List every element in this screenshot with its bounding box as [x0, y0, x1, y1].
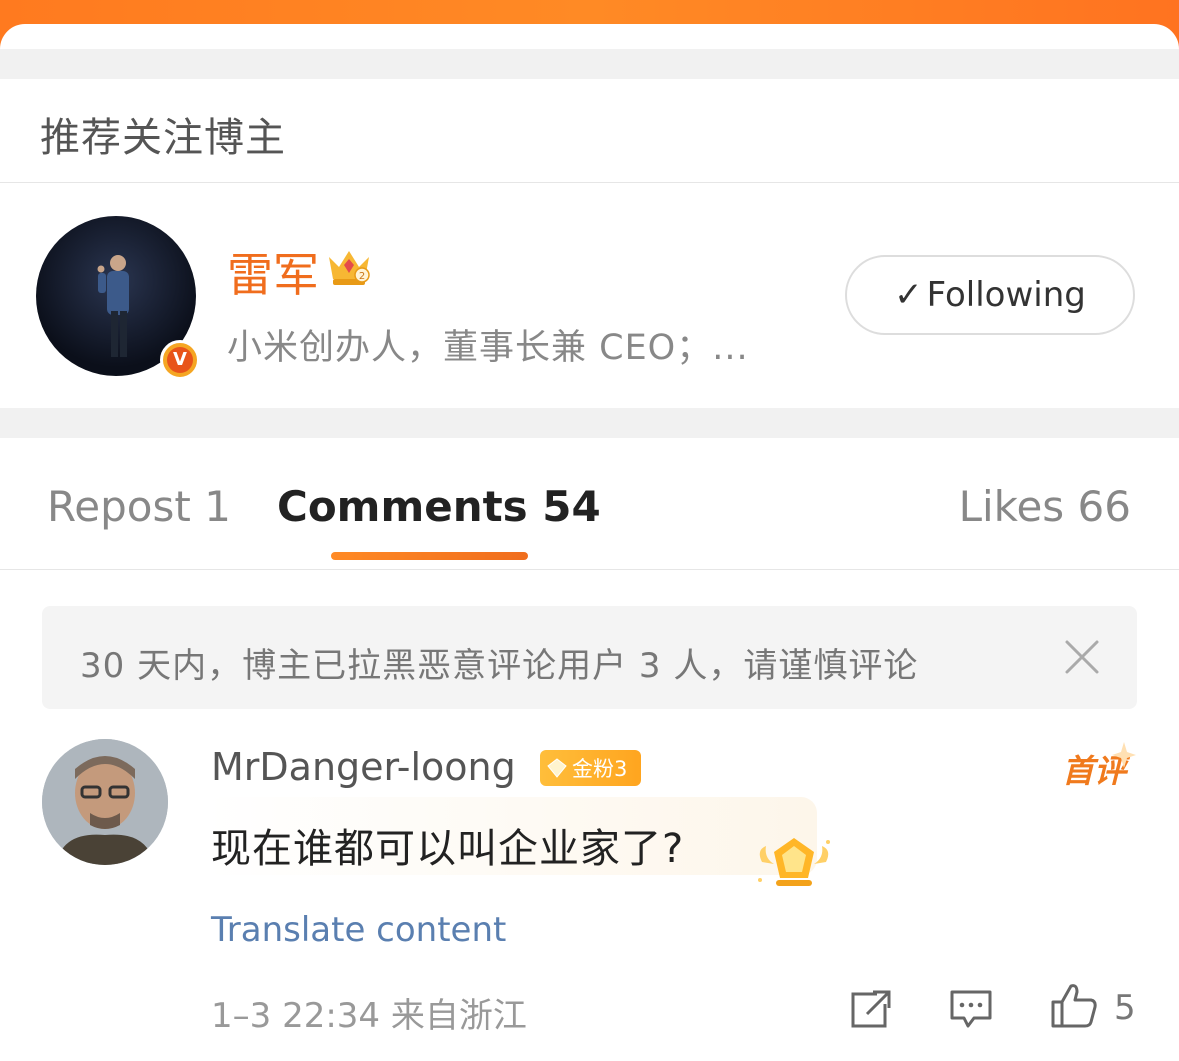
verified-badge-icon: V [160, 340, 200, 380]
tab-likes[interactable]: Likes 66 [959, 482, 1131, 531]
thumbs-up-icon[interactable] [1049, 982, 1099, 1030]
blogger-description: 小米创办人，董事长兼 CEO；... [227, 328, 749, 368]
recommended-blogger-card[interactable]: V 雷军 2 小米创办人，董事长兼 CEO；... ✓ Following [0, 183, 1179, 408]
following-button[interactable]: ✓ Following [845, 255, 1135, 335]
svg-text:2: 2 [359, 271, 365, 282]
top-card-edge [0, 24, 1179, 49]
medal-icon [758, 838, 830, 886]
translate-link[interactable]: Translate content [211, 910, 506, 950]
fan-gem-icon [547, 758, 567, 778]
tab-comments[interactable]: Comments 54 [277, 482, 601, 531]
notice-text: 30 天内，博主已拉黑恶意评论用户 3 人，请谨慎评论 [80, 646, 919, 686]
sparkle-icon [1112, 742, 1136, 768]
like-count: 5 [1114, 988, 1136, 1028]
following-label: Following [926, 275, 1086, 315]
commenter-photo [42, 739, 168, 865]
fan-badge: 金粉3 [540, 750, 641, 786]
comments-section: 30 天内，博主已拉黑恶意评论用户 3 人，请谨慎评论 MrDanger-loo… [0, 570, 1179, 1061]
crown-icon: 2 [329, 251, 370, 285]
fan-badge-label: 金粉3 [572, 757, 628, 781]
comment-icon[interactable] [948, 988, 994, 1030]
active-tab-indicator [331, 552, 528, 560]
blogger-name[interactable]: 雷军 [227, 239, 319, 305]
commenter-username[interactable]: MrDanger-loong [211, 745, 516, 789]
tab-bar: Repost 1 Comments 54 Likes 66 [0, 438, 1179, 570]
share-icon[interactable] [847, 988, 893, 1030]
recommend-title: 推荐关注博主 [40, 115, 286, 161]
section-divider [0, 408, 1179, 438]
notice-banner: 30 天内，博主已拉黑恶意评论用户 3 人，请谨慎评论 [42, 606, 1137, 709]
check-icon: ✓ [894, 275, 923, 315]
person-figure-icon [97, 255, 129, 357]
comment-timestamp: 1–3 22:34 来自浙江 [211, 996, 527, 1036]
commenter-avatar[interactable] [42, 739, 168, 865]
tab-repost[interactable]: Repost 1 [47, 482, 231, 531]
section-divider [0, 49, 1179, 79]
recommend-header: 推荐关注博主 [0, 79, 1179, 183]
comment-text[interactable]: 现在谁都可以叫企业家了? [211, 816, 684, 874]
close-icon[interactable] [1063, 638, 1101, 676]
